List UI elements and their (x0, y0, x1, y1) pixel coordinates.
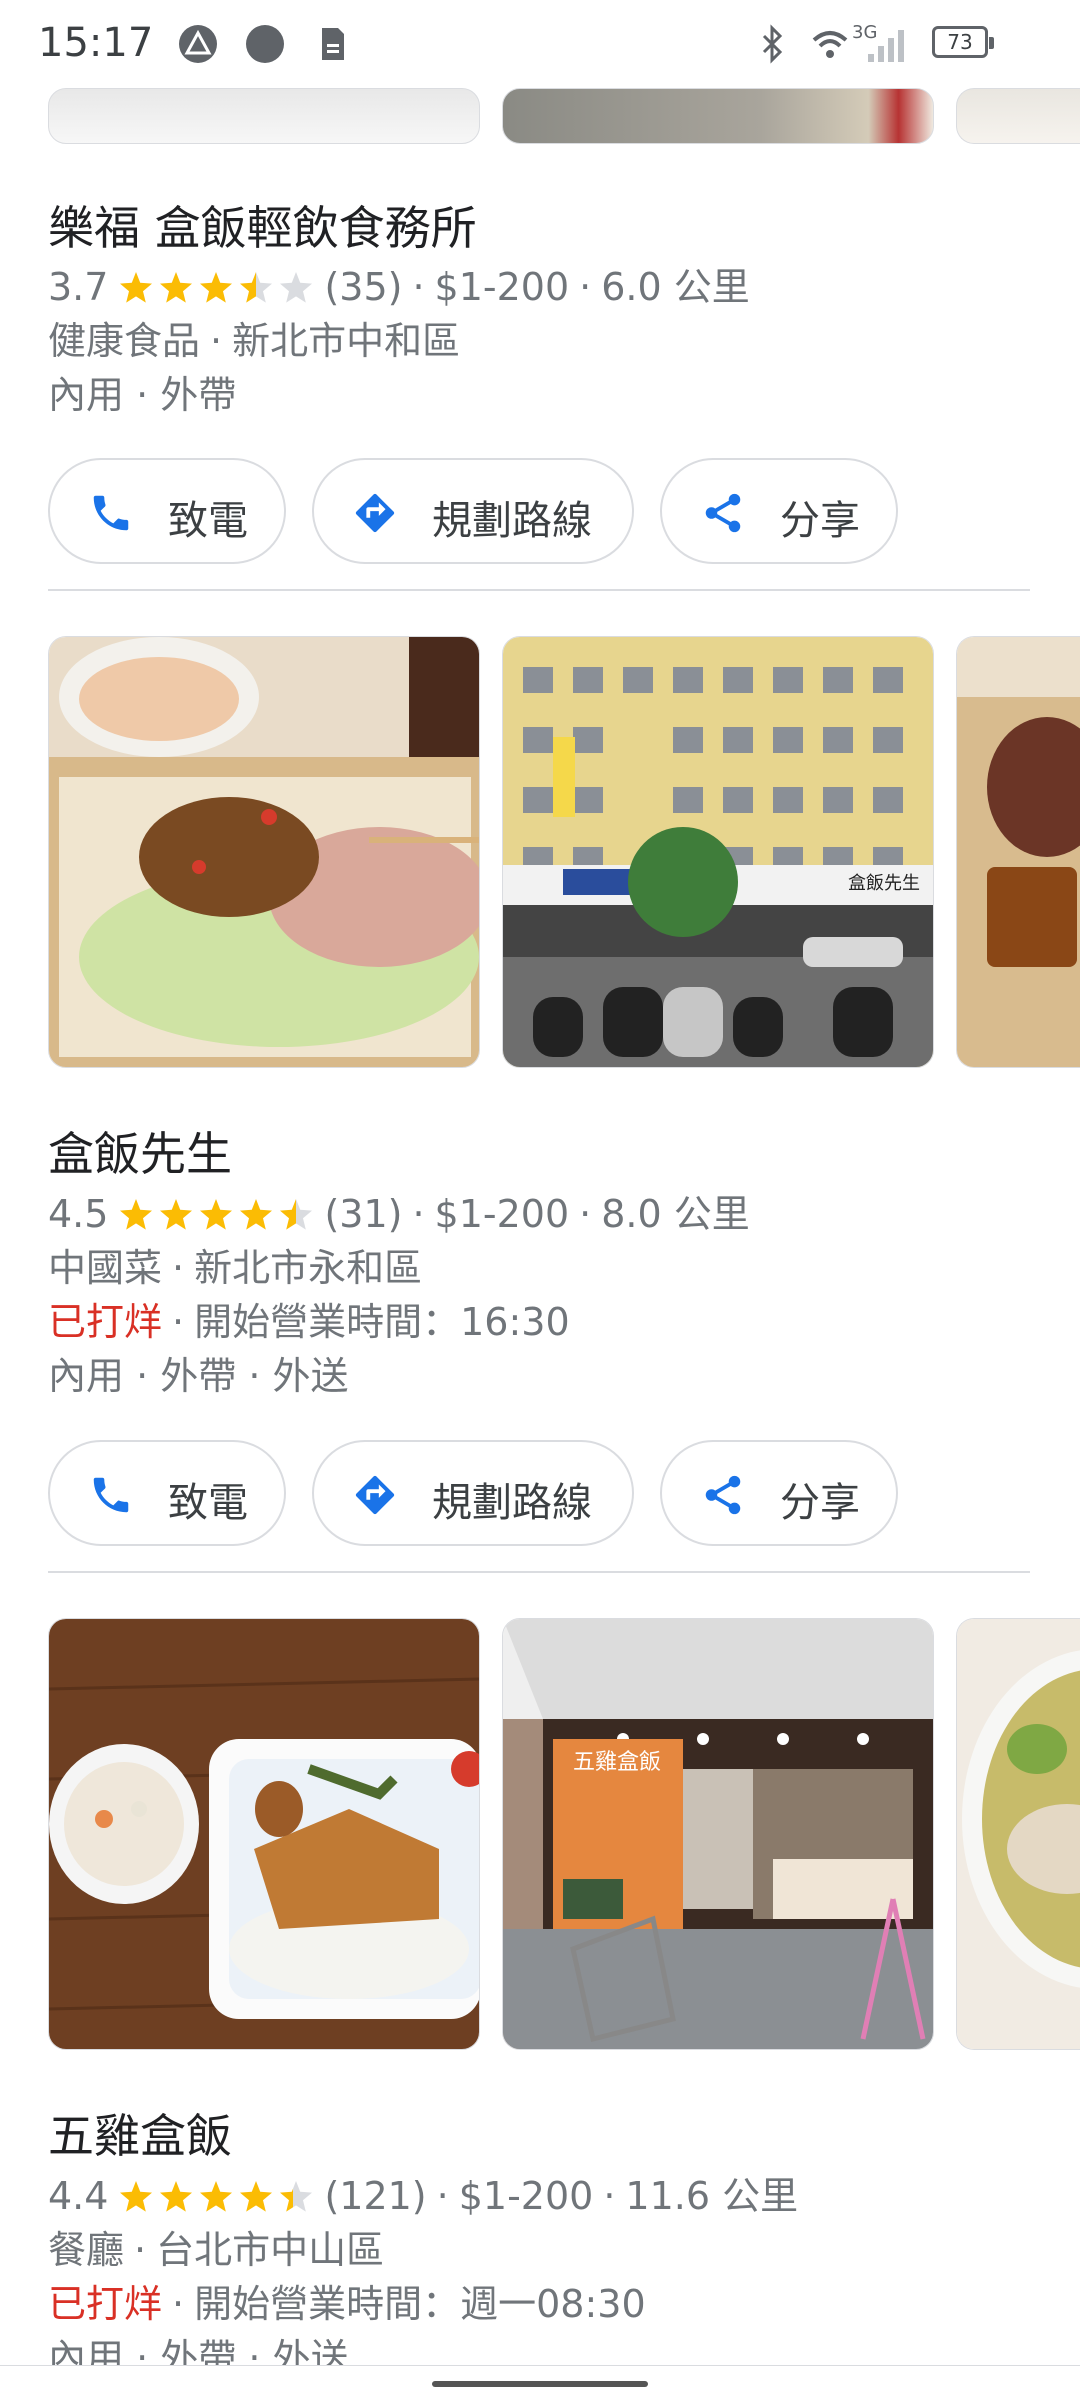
place-1-photo-1[interactable] (48, 88, 480, 144)
place-2-photo-3[interactable] (956, 636, 1080, 1068)
place-3-services: 內用 · 外帶 · 外送 (48, 2336, 349, 2365)
place-1-share-button[interactable]: 分享 (660, 458, 898, 564)
battery-indicator: 73 (932, 26, 994, 58)
place-2-star-rating-icon (120, 1199, 313, 1230)
phone-icon (93, 1477, 129, 1513)
place-2-category: 中國菜 (48, 1246, 163, 1290)
place-3-reviews: (121) (324, 2174, 427, 2218)
place-3-hours-line: 已打烊 · 開始營業時間：週一08:30 (48, 2282, 646, 2326)
place-1-price: $1-200 (434, 265, 570, 309)
place-1-directions-button[interactable]: 規劃路線 (312, 458, 634, 564)
directions-icon (355, 493, 395, 533)
place-2-call-button[interactable]: 致電 (48, 1440, 286, 1546)
place-2-rating-line: 4.5 (31) · $1-200 · 8.0 公里 (48, 1192, 750, 1236)
storefront-sign-text: 五雞盒飯 (573, 1750, 661, 1775)
place-1-reviews: (35) (324, 265, 403, 309)
place-1-category-line: 健康食品 · 新北市中和區 (48, 319, 461, 363)
sim-card-icon (322, 28, 344, 60)
call-label: 致電 (168, 1480, 248, 1526)
status-time: 15:17 (38, 20, 154, 66)
place-2-share-button[interactable]: 分享 (660, 1440, 898, 1546)
place-2-open-status: 已打烊 (48, 1300, 163, 1344)
autofill-notification-icon (179, 25, 217, 63)
share-label: 分享 (780, 1480, 860, 1526)
place-2-services: 內用 · 外帶 · 外送 (48, 1354, 349, 1398)
place-2-area: 新北市永和區 (194, 1246, 423, 1290)
place-2-name[interactable]: 盒飯先生 (48, 1118, 232, 1184)
call-label: 致電 (168, 498, 248, 544)
bottom-divider (0, 2365, 1080, 2366)
circle-notification-icon (246, 25, 284, 63)
place-1-photo-3[interactable] (956, 88, 1080, 144)
place-2-reviews: (31) (324, 1192, 403, 1236)
status-bar: 15:17 3G 73 (0, 0, 1080, 88)
place-1-category: 健康食品 (48, 319, 201, 363)
place-1-rating: 3.7 (48, 265, 109, 309)
place-1-area: 新北市中和區 (232, 319, 461, 363)
place-3-open-status: 已打烊 (48, 2282, 163, 2326)
place-3-photo-1[interactable] (48, 1618, 480, 2050)
share-icon (705, 493, 741, 533)
place-3-star-rating-icon (120, 2181, 313, 2212)
place-2-hours-line: 已打烊 · 開始營業時間：16:30 (48, 1300, 570, 1344)
storefront-sign-text: 盒飯先生 (848, 873, 920, 894)
place-2-photo-1[interactable] (48, 636, 480, 1068)
directions-icon (355, 1475, 395, 1515)
place-1-call-button[interactable]: 致電 (48, 458, 286, 564)
directions-label: 規劃路線 (432, 1480, 592, 1526)
place-3-distance: 11.6 公里 (625, 2174, 799, 2218)
place-1-star-rating-icon (120, 272, 313, 303)
place-2-distance: 8.0 公里 (601, 1192, 750, 1236)
divider (48, 1571, 1030, 1573)
wifi-icon (812, 31, 848, 58)
place-3-rating-line: 4.4 (121) · $1-200 · 11.6 公里 (48, 2174, 799, 2218)
place-3-area: 台北市中山區 (156, 2228, 385, 2272)
bluetooth-icon (762, 24, 783, 64)
place-1-photo-2[interactable] (502, 88, 934, 144)
place-3-photo-2[interactable]: 五雞盒飯 (502, 1618, 934, 2050)
place-2-price: $1-200 (434, 1192, 570, 1236)
place-3-hours: 開始營業時間：週一08:30 (194, 2282, 646, 2326)
directions-label: 規劃路線 (432, 498, 592, 544)
place-3-name[interactable]: 五雞盒飯 (48, 2100, 232, 2166)
place-2-rating: 4.5 (48, 1192, 109, 1236)
place-1-distance: 6.0 公里 (601, 265, 750, 309)
gesture-home-bar[interactable] (432, 2381, 648, 2387)
place-2-photo-2[interactable]: 盒飯先生 (502, 636, 934, 1068)
place-2-category-line: 中國菜 · 新北市永和區 (48, 1246, 423, 1290)
place-1-rating-line: 3.7 (35) · $1-200 · 6.0 公里 (48, 265, 750, 309)
place-3-price: $1-200 (458, 2174, 594, 2218)
place-3-photo-3[interactable] (956, 1618, 1080, 2050)
place-1-name[interactable]: 樂福 盒飯輕飲食務所 (48, 192, 477, 258)
place-3-rating: 4.4 (48, 2174, 109, 2218)
place-3-category-line: 餐廳 · 台北市中山區 (48, 2228, 385, 2272)
share-label: 分享 (780, 498, 860, 544)
place-2-hours: 開始營業時間：16:30 (194, 1300, 570, 1344)
place-1-services: 內用 · 外帶 (48, 373, 237, 417)
place-3-category: 餐廳 (48, 2228, 125, 2272)
share-icon (705, 1475, 741, 1515)
divider (48, 589, 1030, 591)
phone-icon (93, 495, 129, 531)
place-2-directions-button[interactable]: 規劃路線 (312, 1440, 634, 1546)
cell-signal-icon (868, 30, 904, 62)
